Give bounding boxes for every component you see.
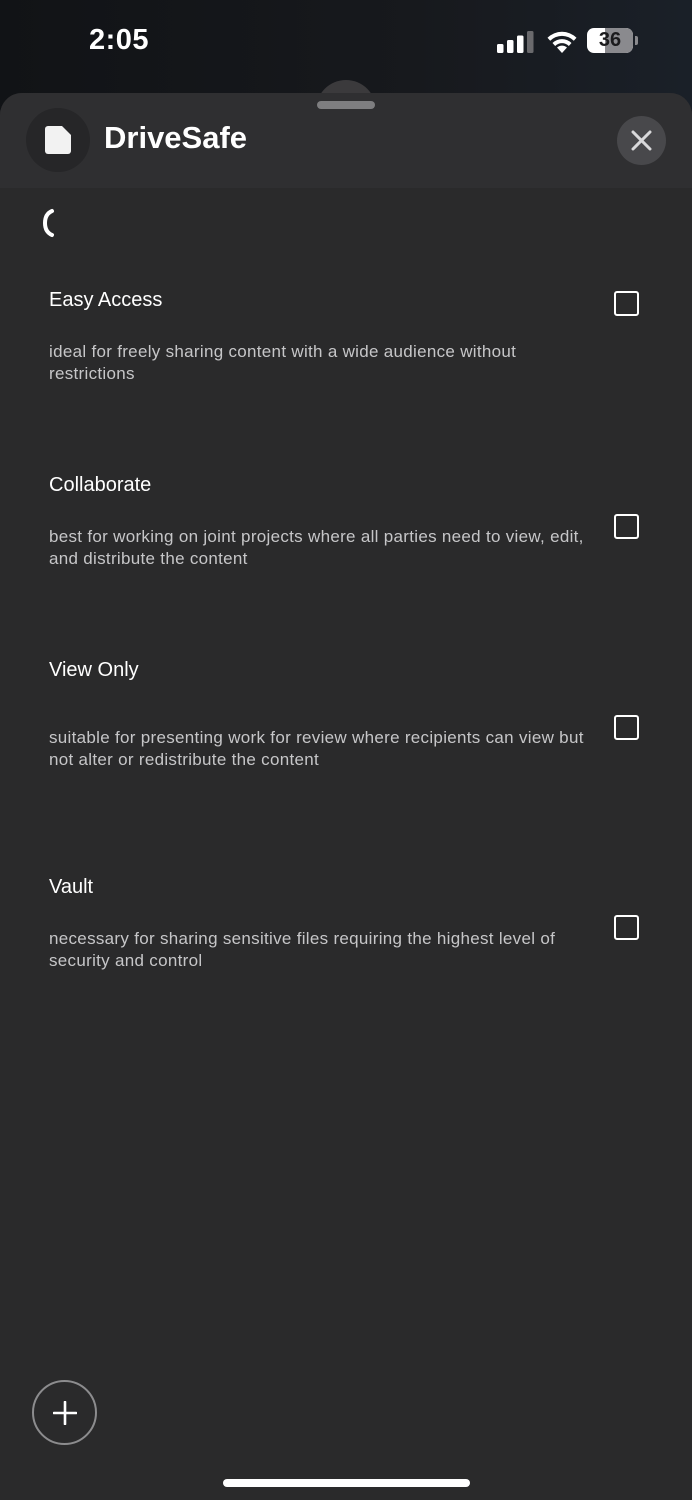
battery-level: 36 (598, 29, 622, 51)
back-chevron-icon (42, 209, 54, 237)
checkbox-easy-access[interactable] (614, 291, 639, 316)
option-description: best for working on joint projects where… (49, 527, 584, 568)
sparkle-action-button[interactable] (32, 1380, 97, 1445)
battery-icon: 36 (587, 28, 641, 54)
checkbox-collaborate[interactable] (614, 514, 639, 539)
wifi-icon (547, 31, 577, 53)
option-description: ideal for freely sharing content with a … (49, 342, 517, 383)
sheet-grabber[interactable] (317, 101, 375, 109)
option-title: View Only (49, 659, 139, 681)
file-icon (45, 126, 71, 154)
sheet-header: DriveSafe (0, 93, 692, 188)
back-button[interactable] (38, 205, 64, 241)
status-bar: 2:05 36 (0, 0, 692, 84)
checkbox-vault[interactable] (614, 915, 639, 940)
status-time: 2:05 (89, 24, 150, 56)
checkbox-view-only[interactable] (614, 715, 639, 740)
option-description: necessary for sharing sensitive files re… (49, 929, 556, 970)
battery-body: 36 (587, 28, 633, 53)
option-title: Collaborate (49, 474, 152, 496)
close-icon (631, 130, 652, 151)
option-title: Easy Access (49, 289, 163, 311)
cellular-signal-icon (497, 31, 534, 53)
battery-tip (635, 36, 638, 45)
app-title: DriveSafe (104, 120, 248, 155)
home-indicator[interactable] (223, 1479, 470, 1487)
close-button[interactable] (617, 116, 666, 165)
sparkle-icon (53, 1401, 77, 1425)
bottom-sheet: DriveSafe Easy Access ideal for freely s… (0, 93, 692, 1500)
option-title: Vault (49, 876, 94, 898)
app-icon (26, 108, 90, 172)
option-description: suitable for presenting work for review … (49, 728, 584, 769)
